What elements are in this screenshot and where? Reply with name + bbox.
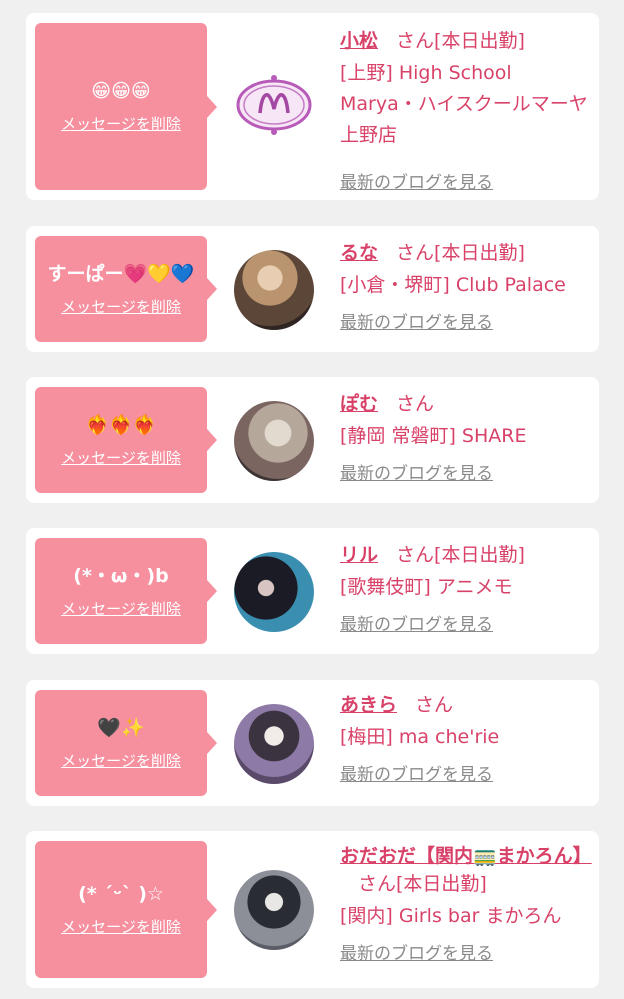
message-text: ❤️‍🔥❤️‍🔥❤️‍🔥 — [85, 413, 157, 436]
cast-name-link[interactable]: 小松 — [340, 30, 378, 52]
avatar[interactable] — [234, 704, 314, 784]
shop-name: [上野] High School Marya・ハイスクールマーヤ上野店 — [340, 62, 588, 146]
cast-name-link[interactable]: おだおだ【関内🚃まかろん】 — [340, 845, 592, 867]
shop-name: [小倉・堺町] Club Palace — [340, 274, 566, 296]
delete-message-link[interactable]: メッセージを削除 — [61, 598, 181, 619]
cast-name-link[interactable]: るな — [340, 242, 378, 264]
blog-link[interactable]: 最新のブログを見る — [340, 308, 493, 333]
message-bubble: (*・ω・)b メッセージを削除 — [35, 538, 217, 644]
delete-message-link[interactable]: メッセージを削除 — [61, 916, 181, 937]
name-line: あきら さん — [340, 691, 590, 719]
message-bubble: 😁😁😁 メッセージを削除 — [35, 23, 217, 190]
honorific: さん — [358, 873, 397, 895]
status-badge: [本日出勤] — [434, 544, 525, 566]
message-bubble: ❤️‍🔥❤️‍🔥❤️‍🔥 メッセージを削除 — [35, 387, 217, 493]
honorific: さん — [396, 242, 435, 264]
blog-link[interactable]: 最新のブログを見る — [340, 459, 493, 484]
honorific: さん — [396, 393, 435, 415]
cast-name-link[interactable]: ぽむ — [340, 393, 378, 415]
cast-info: ぽむ さん [静岡 常磐町] SHARE 最新のブログを見る — [340, 390, 590, 484]
cast-info: おだおだ【関内🚃まかろん】さん[本日出勤] [関内] Girls bar まかろ… — [340, 842, 592, 964]
name-line: ぽむ さん — [340, 390, 590, 418]
message-list: 😁😁😁 メッセージを削除 小松 さん[本日出勤] [上野] High School… — [0, 0, 624, 999]
cast-info: るな さん[本日出勤] [小倉・堺町] Club Palace 最新のブログを見る — [340, 239, 590, 333]
shop-name: [静岡 常磐町] SHARE — [340, 425, 527, 447]
blog-link[interactable]: 最新のブログを見る — [340, 610, 493, 635]
honorific: さん — [396, 544, 435, 566]
message-text: (* ˊᵕˋ )☆ — [78, 883, 164, 905]
name-line: リル さん[本日出勤] — [340, 541, 590, 569]
avatar[interactable] — [234, 401, 314, 481]
list-item: 😁😁😁 メッセージを削除 小松 さん[本日出勤] [上野] High School… — [26, 13, 599, 200]
shop-name: [梅田] ma che'rie — [340, 726, 500, 748]
cast-info: リル さん[本日出勤] [歌舞伎町] アニメモ 最新のブログを見る — [340, 541, 590, 635]
blog-link[interactable]: 最新のブログを見る — [340, 760, 493, 785]
honorific: さん — [415, 694, 454, 716]
name-line: おだおだ【関内🚃まかろん】さん[本日出勤] — [340, 842, 592, 898]
name-line: 小松 さん[本日出勤] — [340, 27, 590, 55]
shop-name: [関内] Girls bar まかろん — [340, 905, 562, 927]
delete-message-link[interactable]: メッセージを削除 — [61, 113, 181, 134]
list-item: (* ˊᵕˋ )☆ メッセージを削除 おだおだ【関内🚃まかろん】さん[本日出勤]… — [26, 831, 599, 988]
avatar[interactable] — [234, 552, 314, 632]
list-item: ❤️‍🔥❤️‍🔥❤️‍🔥 メッセージを削除 ぽむ さん [静岡 常磐町] SHAR… — [26, 377, 599, 503]
cast-info: 小松 さん[本日出勤] [上野] High School Marya・ハイスクール… — [340, 27, 590, 193]
honorific: さん — [396, 30, 435, 52]
delete-message-link[interactable]: メッセージを削除 — [61, 447, 181, 468]
shop-logo-icon — [236, 75, 312, 135]
list-item: 🖤✨ メッセージを削除 あきら さん [梅田] ma che'rie 最新のブログ… — [26, 680, 599, 806]
cast-name-link[interactable]: あきら — [340, 694, 397, 716]
status-badge: [本日出勤] — [396, 873, 487, 895]
name-line: るな さん[本日出勤] — [340, 239, 590, 267]
delete-message-link[interactable]: メッセージを削除 — [61, 296, 181, 317]
status-badge: [本日出勤] — [434, 30, 525, 52]
avatar[interactable] — [234, 870, 314, 950]
message-bubble: (* ˊᵕˋ )☆ メッセージを削除 — [35, 841, 217, 978]
message-bubble: 🖤✨ メッセージを削除 — [35, 690, 217, 796]
status-badge: [本日出勤] — [434, 242, 525, 264]
message-text: 🖤✨ — [97, 716, 145, 739]
delete-message-link[interactable]: メッセージを削除 — [61, 750, 181, 771]
cast-info: あきら さん [梅田] ma che'rie 最新のブログを見る — [340, 691, 590, 785]
blog-link[interactable]: 最新のブログを見る — [340, 939, 493, 964]
avatar[interactable] — [234, 250, 314, 330]
message-bubble: すーぱー💗💛💙 メッセージを削除 — [35, 236, 217, 342]
message-text: 😁😁😁 — [91, 80, 151, 102]
cast-name-link[interactable]: リル — [340, 544, 378, 566]
blog-link[interactable]: 最新のブログを見る — [340, 168, 493, 193]
list-item: (*・ω・)b メッセージを削除 リル さん[本日出勤] [歌舞伎町] アニメモ … — [26, 528, 599, 654]
avatar[interactable] — [234, 65, 314, 145]
shop-name: [歌舞伎町] アニメモ — [340, 576, 513, 598]
list-item: すーぱー💗💛💙 メッセージを削除 るな さん[本日出勤] [小倉・堺町] Club… — [26, 226, 599, 352]
message-text: すーぱー💗💛💙 — [47, 262, 195, 285]
message-text: (*・ω・)b — [73, 564, 169, 587]
